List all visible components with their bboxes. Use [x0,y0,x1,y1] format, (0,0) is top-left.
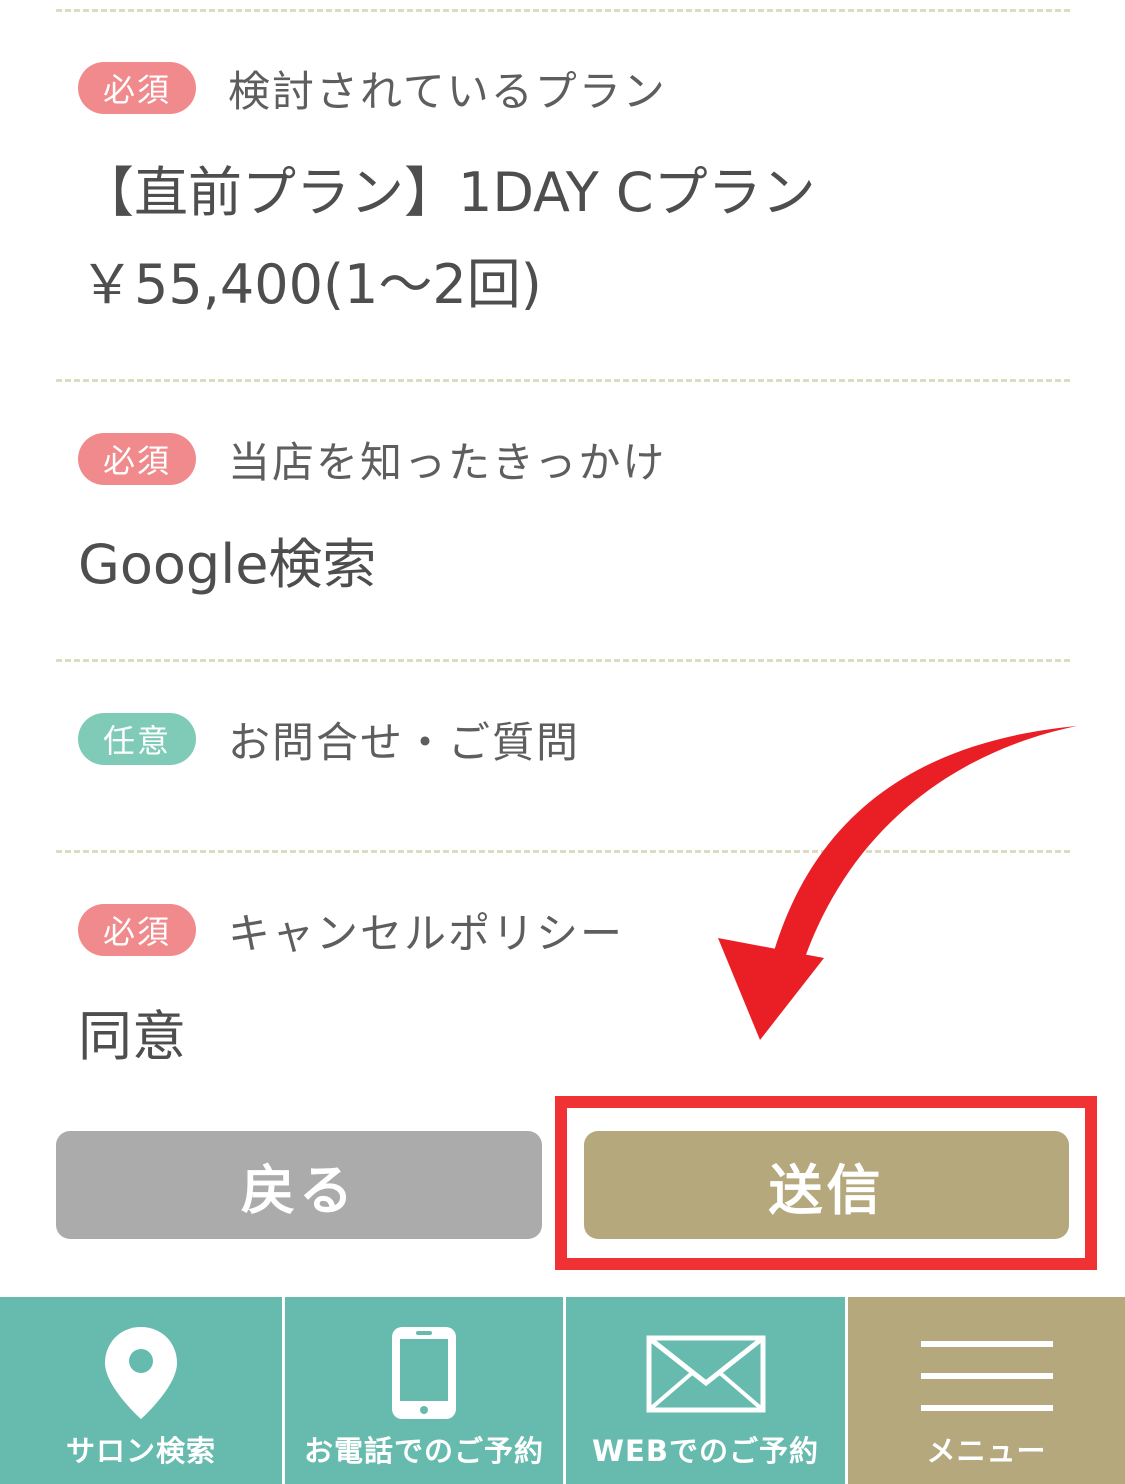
back-button[interactable]: 戻る [56,1131,542,1239]
plan-value-line1: 【直前プラン】1DAY Cプラン [80,161,816,224]
source-field-header: 必須 当店を知ったきっかけ [78,431,666,487]
divider [56,9,1070,12]
map-pin-icon [103,1325,179,1425]
required-badge: 必須 [78,62,196,114]
nav-phone-reservation-label: お電話でのご予約 [303,1434,544,1468]
nav-menu[interactable]: メニュー [845,1297,1125,1484]
required-badge: 必須 [78,904,196,956]
source-value: Google検索 [78,533,377,596]
cancel-policy-field-label: キャンセルポリシー [228,908,625,958]
nav-web-reservation-label: WEBでのご予約 [592,1434,819,1468]
plan-field-label: 検討されているプラン [228,66,667,116]
inquiry-field-header: 任意 お問合せ・ご質問 [78,711,580,767]
source-field-label: 当店を知ったきっかけ [228,437,667,487]
divider [56,659,1070,662]
cancel-policy-field-header: 必須 キャンセルポリシー [78,902,624,958]
nav-salon-search[interactable]: サロン検索 [0,1297,282,1484]
highlight-box [555,1096,1097,1270]
nav-menu-label: メニュー [926,1434,1047,1468]
hamburger-menu-icon [920,1341,1053,1415]
envelope-icon [646,1335,766,1417]
required-badge: 必須 [78,433,196,485]
smartphone-icon [390,1325,458,1425]
nav-phone-reservation[interactable]: お電話でのご予約 [282,1297,563,1484]
cancel-policy-value: 同意 [78,1005,186,1068]
optional-badge: 任意 [78,713,196,765]
inquiry-field-label: お問合せ・ご質問 [228,717,581,767]
plan-value-line2: ￥55,400(1～2回) [80,253,542,316]
annotation-arrow-icon [718,726,1077,1040]
plan-field-header: 必須 検討されているプラン [78,60,667,116]
divider [56,379,1070,382]
bottom-nav: サロン検索 お電話でのご予約 WEBでのご予約 メニュー [0,1297,1125,1484]
nav-salon-search-label: サロン検索 [65,1434,216,1468]
nav-web-reservation[interactable]: WEBでのご予約 [563,1297,845,1484]
